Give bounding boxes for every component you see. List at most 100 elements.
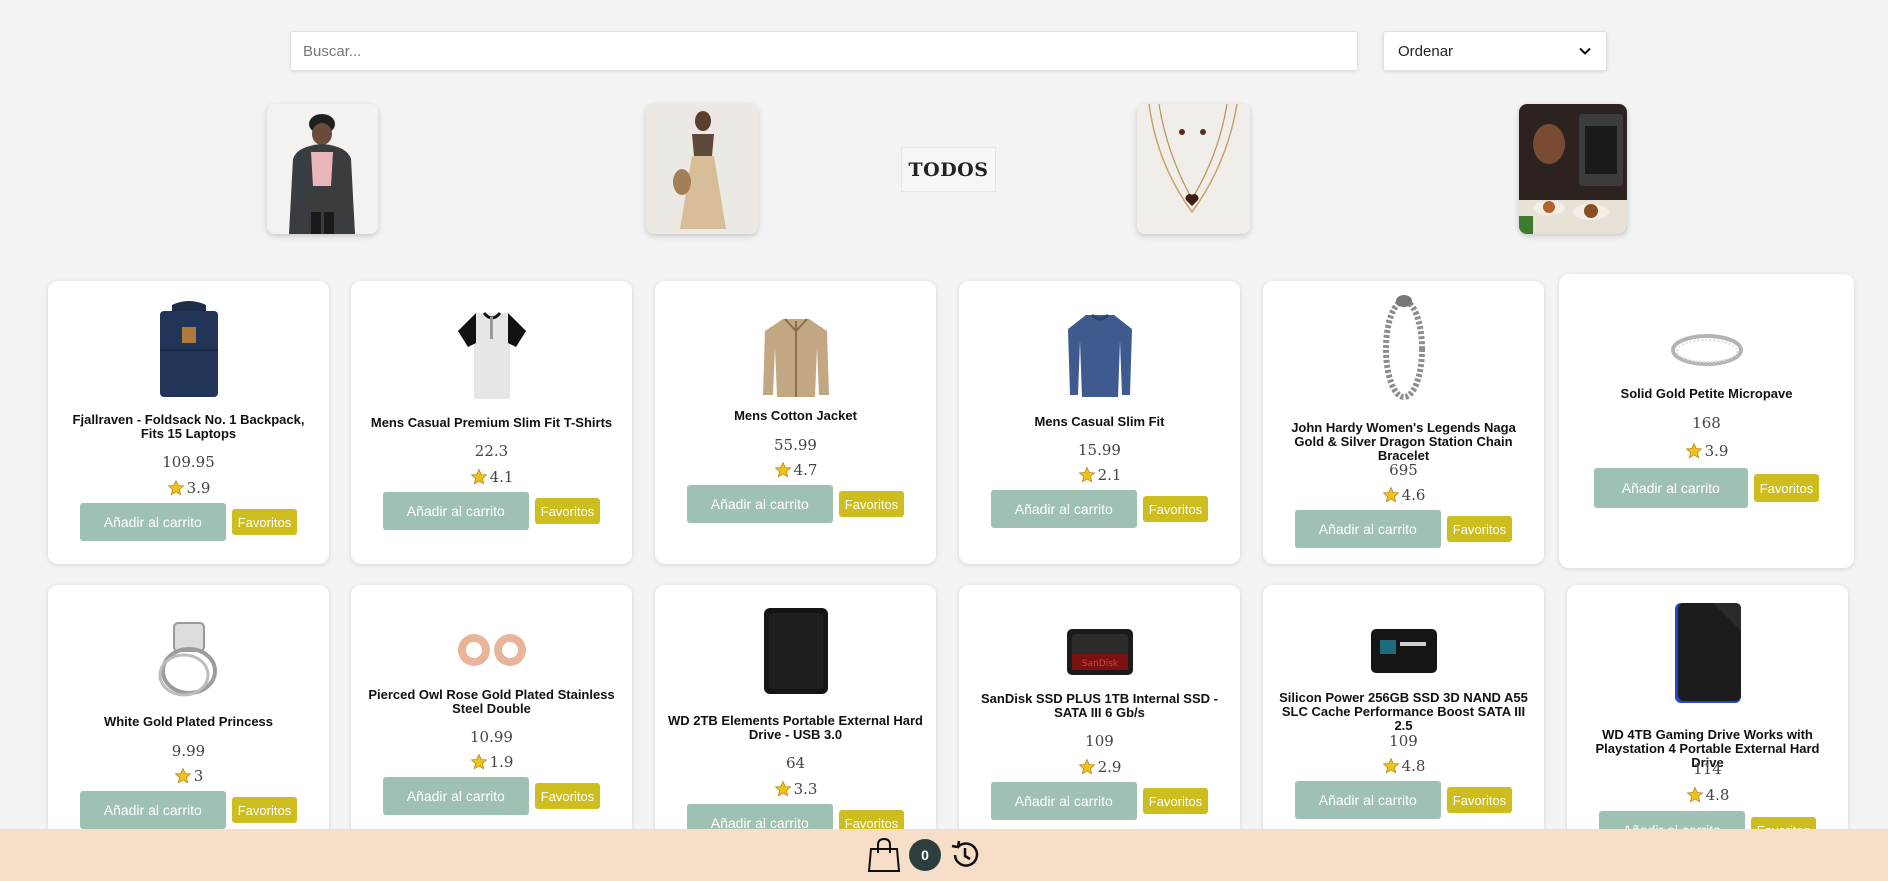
add-to-cart-button[interactable]: Añadir al carrito	[1294, 510, 1441, 548]
product-card: WD 4TB Gaming Drive Works with Playstati…	[1567, 585, 1848, 868]
product-card: Mens Casual Slim Fit 15.99 2.1 Añadir al…	[959, 281, 1240, 564]
history-icon[interactable]	[949, 839, 981, 871]
tshirt-image	[457, 312, 526, 399]
search-input[interactable]	[290, 31, 1358, 71]
add-to-cart-button[interactable]: Añadir al carrito	[1294, 781, 1441, 819]
electronics-photo	[1519, 104, 1627, 234]
product-card: WD 2TB Elements Portable External Hard D…	[655, 585, 936, 868]
princess-ring-image	[158, 622, 217, 697]
category-all-button[interactable]: TODOS	[901, 147, 996, 192]
add-to-cart-button[interactable]: Añadir al carrito	[686, 485, 833, 523]
product-actions: Añadir al carrito Favoritos	[959, 490, 1240, 528]
product-price: 168	[1692, 414, 1721, 432]
sort-select[interactable]: Ordenar	[1383, 31, 1607, 71]
chevron-down-icon	[1579, 47, 1591, 55]
category-electronics-image[interactable]	[1519, 104, 1627, 234]
favorites-button[interactable]: Favoritos	[1142, 788, 1209, 814]
star-icon	[1078, 758, 1095, 775]
category-jewelery-image[interactable]	[1137, 104, 1250, 234]
product-title: Mens Casual Slim Fit	[1034, 414, 1165, 429]
product-price: 114	[1693, 760, 1722, 778]
favorites-button[interactable]: Favoritos	[534, 498, 601, 524]
add-to-cart-button[interactable]: Añadir al carrito	[382, 777, 529, 815]
product-rating-value: 2.1	[1097, 466, 1122, 484]
product-actions: Añadir al carrito Favoritos	[655, 485, 936, 523]
star-icon	[174, 767, 192, 784]
add-to-cart-button[interactable]: Añadir al carrito	[990, 782, 1137, 820]
product-rating-value: 3.9	[1704, 442, 1729, 460]
product-rating-value: 2.9	[1097, 758, 1122, 776]
star-icon	[167, 479, 184, 496]
product-title: John Hardy Women's Legends Naga Gold & S…	[1291, 420, 1516, 463]
product-card: Silicon Power 256GB SSD 3D NAND A55 SLC …	[1263, 585, 1544, 868]
product-rating-value: 4.7	[793, 461, 818, 479]
product-title: White Gold Plated Princess	[103, 714, 274, 729]
favorites-button[interactable]: Favoritos	[231, 509, 298, 535]
product-card: Mens Casual Premium Slim Fit T-Shirts 22…	[351, 281, 632, 564]
product-rating: 3	[48, 767, 329, 785]
product-title: Pierced Owl Rose Gold Plated Stainless S…	[368, 687, 615, 716]
product-rating-value: 1.9	[489, 753, 514, 771]
favorites-button[interactable]: Favoritos	[231, 797, 298, 823]
product-card: Solid Gold Petite Micropave 168 3.9 Añad…	[1559, 274, 1854, 568]
product-price: 9.99	[171, 742, 206, 760]
svg-text:SanDisk: SanDisk	[1081, 659, 1118, 669]
product-rating: 3.9	[48, 479, 329, 497]
add-to-cart-button[interactable]: Añadir al carrito	[382, 492, 529, 530]
product-actions: Añadir al carrito Favoritos	[1263, 510, 1544, 548]
add-to-cart-button[interactable]: Añadir al carrito	[79, 791, 226, 829]
product-actions: Añadir al carrito Favoritos	[48, 791, 329, 829]
product-actions: Añadir al carrito Favoritos	[48, 503, 329, 541]
star-icon	[774, 780, 791, 797]
category-men-image[interactable]	[267, 104, 378, 234]
product-rating: 3.9	[1559, 442, 1854, 460]
product-rating-value: 3.3	[793, 780, 818, 798]
add-to-cart-button[interactable]: Añadir al carrito	[1593, 468, 1748, 508]
product-title: WD 2TB Elements Portable External Hard D…	[667, 713, 923, 742]
product-price: 22.3	[474, 442, 509, 460]
star-icon	[774, 461, 791, 478]
jacket-image	[762, 318, 829, 397]
favorites-button[interactable]: Favoritos	[534, 783, 601, 809]
star-icon	[1686, 786, 1703, 803]
product-card: John Hardy Women's Legends Naga Gold & S…	[1263, 281, 1544, 564]
favorites-button[interactable]: Favoritos	[1446, 787, 1513, 813]
slim-fit-shirt-image	[1067, 313, 1132, 397]
add-to-cart-button[interactable]: Añadir al carrito	[79, 503, 226, 541]
favorites-button[interactable]: Favoritos	[1446, 516, 1513, 542]
product-rating: 4.8	[1567, 786, 1848, 804]
product-rating: 4.8	[1263, 757, 1544, 775]
shopping-bag-icon[interactable]	[867, 837, 901, 873]
product-actions: Añadir al carrito Favoritos	[1559, 468, 1854, 508]
product-rating-value: 4.1	[489, 468, 514, 486]
jewelery-photo	[1137, 104, 1250, 234]
product-rating: 2.1	[959, 466, 1240, 484]
product-rating-value: 3	[193, 767, 204, 785]
star-icon	[1078, 466, 1095, 483]
men-clothing-photo	[267, 104, 378, 234]
product-card: White Gold Plated Princess 9.99 3 Añadir…	[48, 585, 329, 868]
product-rating-value: 4.8	[1705, 786, 1730, 804]
product-price: 64	[785, 754, 806, 772]
sort-select-value: Ordenar	[1398, 42, 1454, 60]
women-clothing-photo	[646, 104, 758, 234]
product-rating: 2.9	[959, 758, 1240, 776]
product-card: Pierced Owl Rose Gold Plated Stainless S…	[351, 585, 632, 868]
favorites-button[interactable]: Favoritos	[1142, 496, 1209, 522]
rose-gold-plugs-image	[457, 634, 526, 666]
product-actions: Añadir al carrito Favoritos	[1263, 781, 1544, 819]
product-price: 109.95	[162, 453, 215, 471]
favorites-button[interactable]: Favoritos	[1753, 474, 1820, 502]
gaming-drive-image	[1674, 603, 1741, 703]
add-to-cart-button[interactable]: Añadir al carrito	[990, 490, 1137, 528]
product-title: Mens Casual Premium Slim Fit T-Shirts	[370, 415, 613, 430]
cart-count-badge: 0	[909, 839, 941, 871]
product-rating-value: 4.6	[1401, 486, 1426, 504]
star-icon	[1382, 757, 1399, 774]
backpack-image	[159, 301, 218, 397]
product-card: SanDisk SanDisk SSD PLUS 1TB Internal SS…	[959, 585, 1240, 868]
favorites-button[interactable]: Favoritos	[838, 491, 905, 517]
category-women-image[interactable]	[646, 104, 758, 234]
star-icon	[1685, 442, 1702, 459]
product-rating: 1.9	[351, 753, 632, 771]
